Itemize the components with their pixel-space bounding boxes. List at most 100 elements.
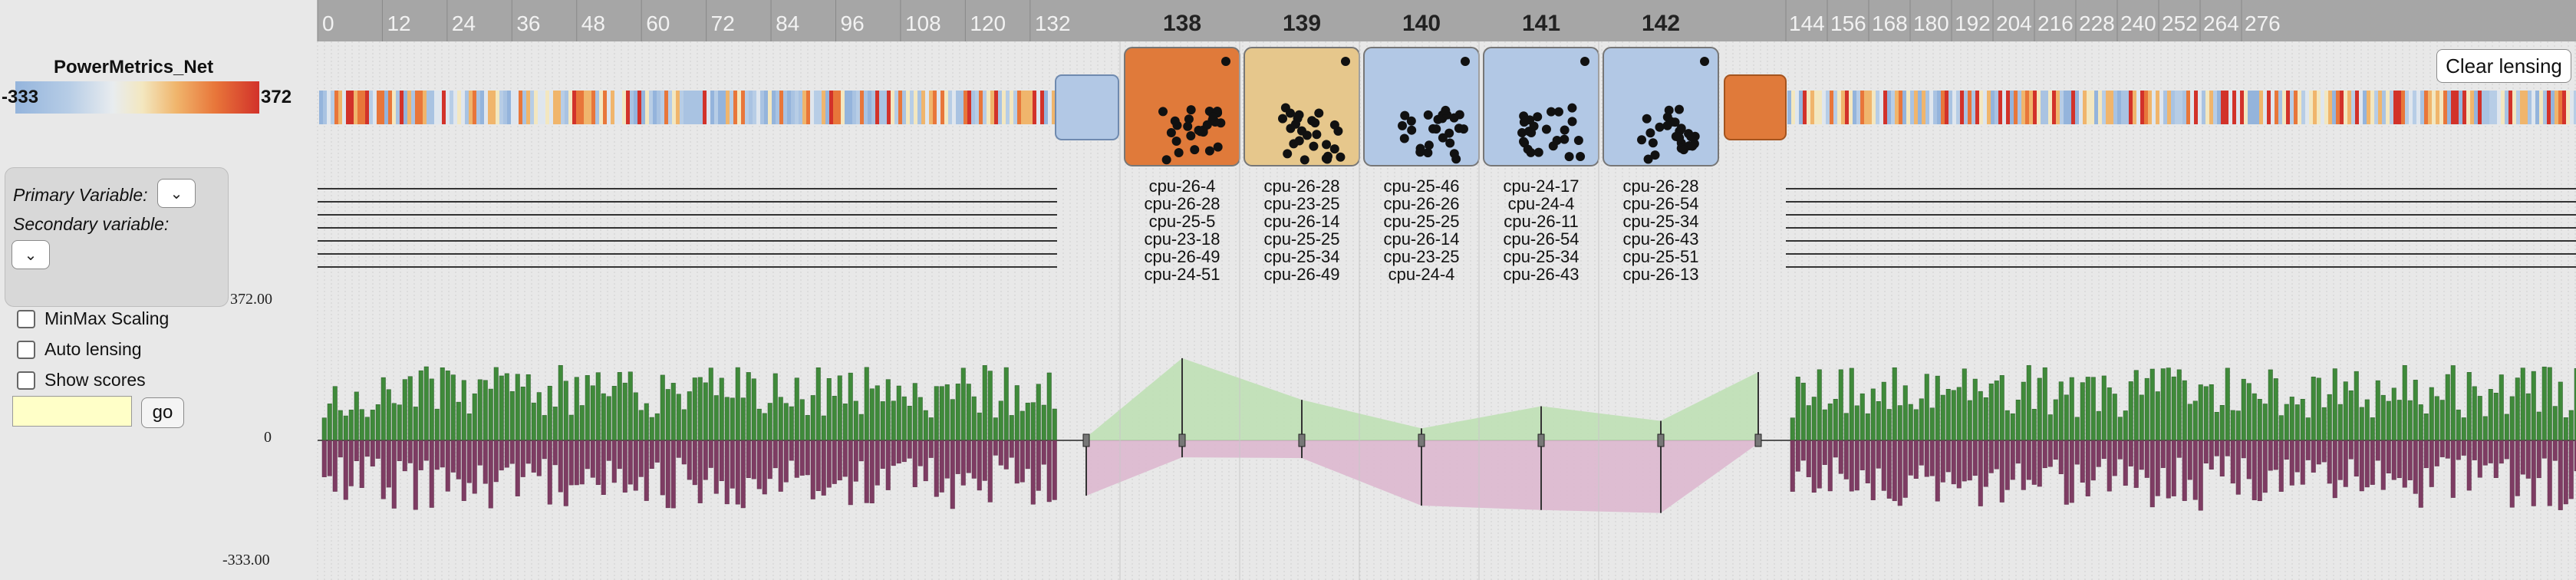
positive-bar [2004,410,2010,441]
positive-bar [2198,384,2203,441]
negative-bar [2182,440,2187,501]
heatmap-cell [779,91,783,124]
positive-bar [864,367,869,441]
heatmap-cell [568,91,572,124]
positive-bar [1886,409,1892,441]
heatmap-cell [2002,91,2006,124]
negative-bar [2064,440,2069,505]
positive-bar [724,397,730,441]
heatmap-cell [2286,91,2290,124]
positive-bar [1833,399,1838,441]
lensing-timeline-chart: 0 12 24 36 48 60 72 84 96 108 120 132 144 156 168 180 19… [317,0,2576,580]
positive-bar [2477,396,2482,441]
negative-bar [2155,440,2160,496]
heatmap-cell [676,91,680,124]
negative-bar [1046,440,1052,503]
negative-bar [2278,440,2284,492]
negative-bar [735,440,740,505]
negative-bar [858,440,864,462]
scatter-point [1526,147,1536,157]
negative-bar [885,440,891,490]
heatmap-cell [1945,91,1948,124]
positive-bar [751,378,756,441]
positive-bar [327,404,332,441]
positive-bar [579,405,585,441]
heatmap-cell [868,91,871,124]
cpu-label: cpu-25-34 [1263,247,1339,266]
clear-lensing-button[interactable]: Clear lensing [2436,49,2571,83]
scatter-point [1642,114,1652,124]
heatmap-cell [2520,91,2524,124]
positive-bar [461,380,466,441]
heatmap-cell [2041,91,2044,124]
heatmap-cell [718,91,722,124]
positive-bar [928,417,934,441]
heatmap-cell [380,91,384,124]
x-tick-label: 96 [841,12,865,35]
positive-bar [2359,407,2364,441]
negative-bar [1865,440,1870,483]
heatmap-cell [864,91,868,124]
heatmap-cell [2355,91,2359,124]
negative-bar [1919,440,1924,466]
positive-bar [2439,400,2445,441]
heatmap-cell [2186,91,2190,124]
positive-bar [2466,372,2472,441]
heatmap-cell [1787,91,1791,124]
heatmap-cell [2106,91,2110,124]
negative-bar [1876,440,1881,469]
heatmap-cell [507,91,511,124]
scatter-point [1312,130,1322,140]
heatmap-cell [1864,91,1868,124]
heatmap-cell [2340,91,2344,124]
negative-bar [842,440,848,477]
negative-bar [1843,440,1849,479]
heatmap-cell [2071,91,2075,124]
heatmap-cell [2278,91,2282,124]
heatmap-cell [1044,91,1048,124]
heatmap-cell [960,91,964,124]
heatmap-cell [2213,91,2217,124]
negative-bar [1052,440,1057,500]
negative-bar [1849,440,1854,492]
cpu-label: cpu-23-25 [1383,247,1459,266]
heatmap-cell [1979,91,1983,124]
cpu-label: cpu-26-26 [1383,194,1459,213]
negative-bar [2026,440,2031,480]
heatmap-cell [2217,91,2221,124]
heatmap-cell [2075,91,2079,124]
heatmap-cell [404,91,407,124]
heatmap-cell [2087,91,2090,124]
heatmap-cell [1933,91,1937,124]
cpu-label: cpu-25-5 [1149,212,1216,231]
negative-bar [2096,440,2101,467]
scatter-point [1527,127,1537,137]
positive-bar [2364,399,2370,441]
negative-bar [1902,440,1908,498]
heatmap-cell [829,91,833,124]
negative-bar [574,440,579,486]
heatmap-cell [2321,91,2324,124]
scatter-point [1329,120,1339,130]
positive-bar [2053,399,2058,441]
heatmap-cell [2159,91,2163,124]
negative-bar [772,440,778,469]
heatmap-cell [2482,91,2485,124]
negative-bar [2284,440,2289,460]
heatmap-cell [2221,91,2225,124]
heatmap-cell [400,91,404,124]
heatmap-cell [2194,91,2198,124]
heatmap-cell [1029,91,1033,124]
heatmap-cell [2428,91,2432,124]
positive-bar [1913,409,1919,441]
heatmap-cell [2232,91,2236,124]
scatter-point [1221,57,1230,66]
heatmap-cell [438,91,442,124]
positive-bar [703,382,708,441]
heatmap-cell [1964,91,1968,124]
positive-bar [2149,368,2155,441]
x-tick-label: 168 [1872,12,1908,35]
heatmap-cell [2367,91,2370,124]
positive-bar [477,379,483,441]
scatter-point [1310,118,1320,128]
